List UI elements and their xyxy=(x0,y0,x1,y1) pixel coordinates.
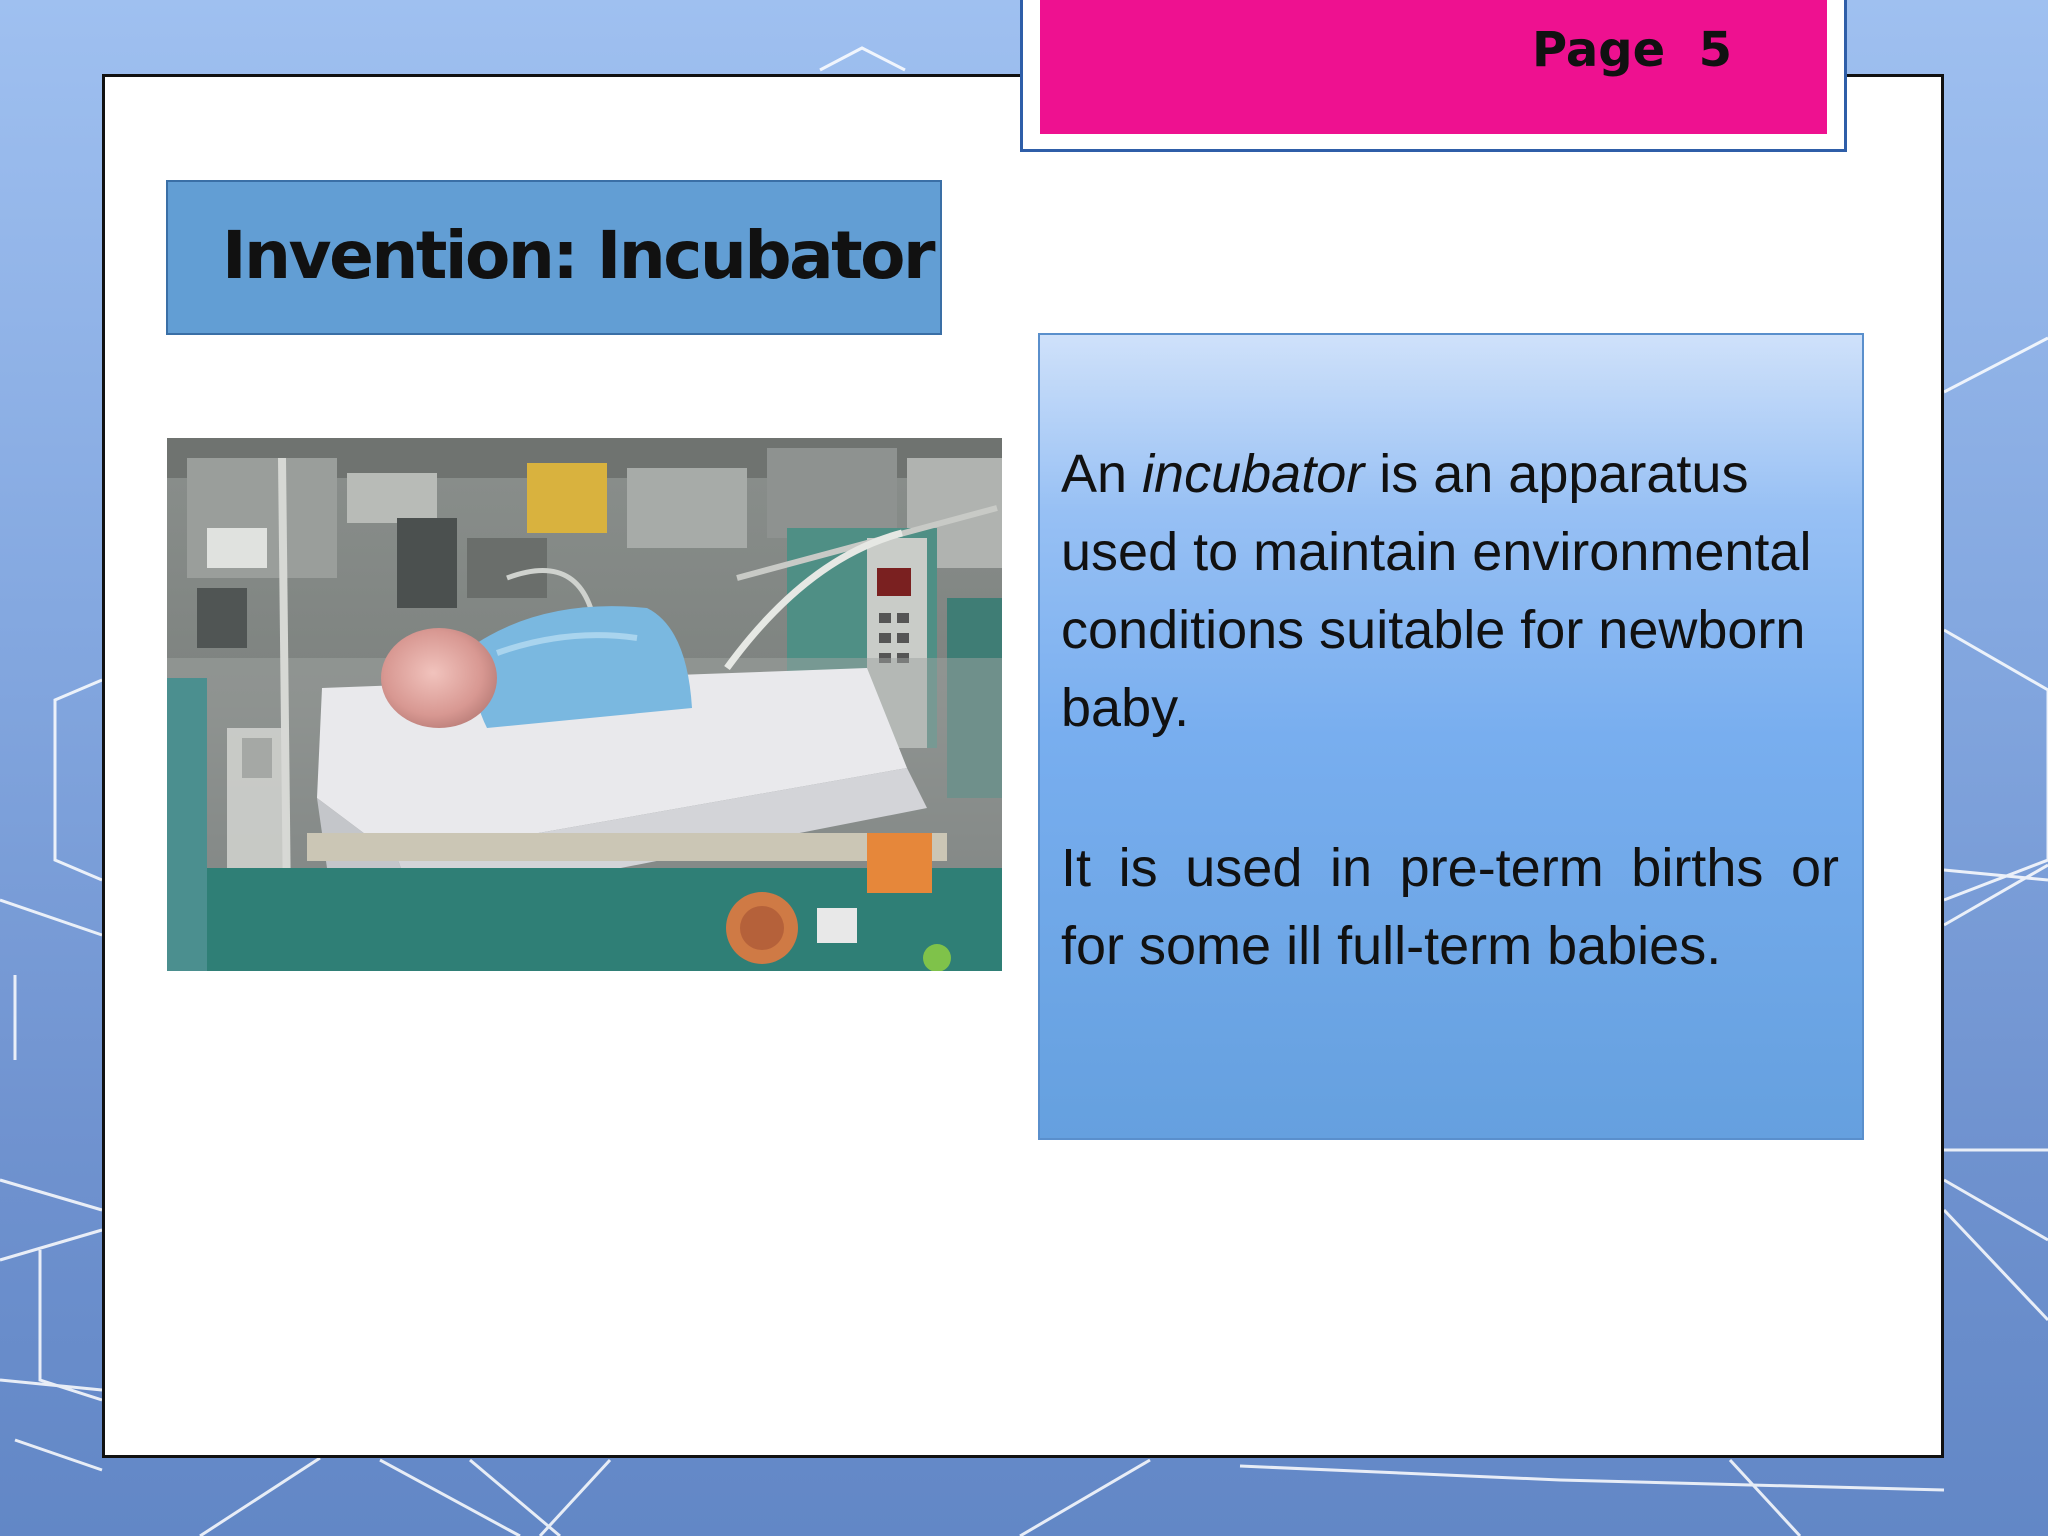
description-paragraph-1: An incubator is an apparatus used to mai… xyxy=(1061,444,1812,738)
incubator-photo xyxy=(167,438,1002,971)
description-text: An incubator is an apparatus used to mai… xyxy=(1061,435,1839,985)
page-number-label: Page 5 xyxy=(1531,22,1732,78)
slide-title: Invention: Incubator xyxy=(222,217,936,294)
description-paragraph-2: It is used in pre-term births or for som… xyxy=(1061,838,1839,976)
incubator-term: incubator xyxy=(1142,444,1365,504)
